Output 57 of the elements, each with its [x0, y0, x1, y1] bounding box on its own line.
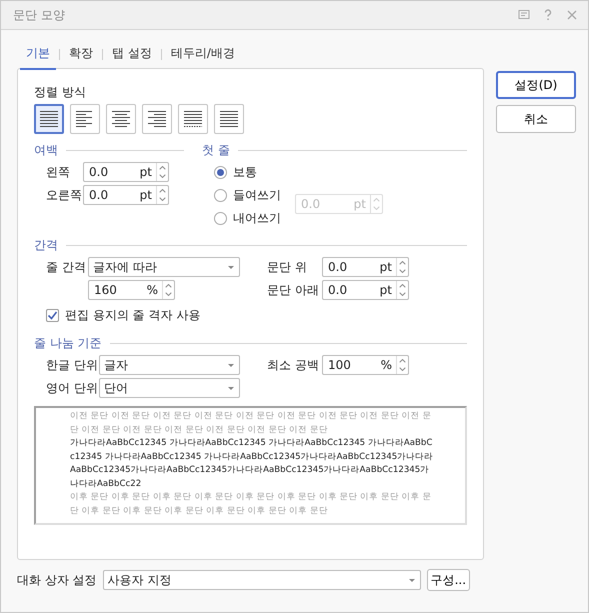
configure-button[interactable]: 구성... [426, 569, 470, 591]
tab[interactable]: 탭 설정 [106, 38, 158, 70]
radio-option[interactable]: 보통 [214, 162, 281, 182]
spin-field[interactable]: 100 % [322, 355, 409, 375]
spin-field[interactable]: 0.0 pt [83, 185, 169, 205]
spinner-arrows-icon [370, 194, 382, 212]
field-label: 줄 간격 [46, 259, 87, 276]
checkmark-icon [47, 310, 58, 320]
field-label: 문단 위 [267, 259, 308, 276]
align-button[interactable] [106, 104, 136, 134]
section-label: 정렬 방식 [34, 84, 87, 101]
checkbox-option[interactable]: 편집 용지의 줄 격자 사용 [34, 306, 467, 324]
preview-text: 가나다라AaBbCc12345 가나다라AaBbCc12345 가나다라AaBbCc12345 가나다라AaBbCc12345 가나다라AaBbCc12345 가나다라AaBbCc12345가나다라AaBbCc12345가나다라AaBbCc12345가나다라AaBbCc12345가나다라AaBbCc12345가나다라AaBbCc12345가나다라AaBbCc22 [70, 437, 434, 490]
align-icon [38, 108, 60, 130]
section-label: 여백 [34, 142, 58, 159]
align-button[interactable] [34, 104, 64, 134]
align-button[interactable] [70, 104, 100, 134]
align-icon [218, 108, 240, 130]
window-title: 문단 모양 [13, 7, 66, 24]
section-label: 줄 나눔 기준 [34, 335, 102, 352]
align-button[interactable] [142, 104, 172, 134]
align-icon [110, 108, 132, 130]
dialog-button[interactable]: 설정(D) [496, 71, 576, 99]
section-label: 간격 [34, 237, 58, 254]
section-label: 첫 줄 [202, 142, 230, 159]
field-label: 영어 단위 [46, 380, 99, 397]
tab[interactable]: 확장 [63, 38, 99, 70]
radio-option[interactable]: 들여쓰기 [214, 185, 281, 205]
dropdown[interactable]: 글자에 따라 [88, 257, 240, 277]
dropdown[interactable]: 글자 [99, 355, 240, 375]
spinner-arrows-icon [162, 281, 174, 299]
preview-text: 이후 문단 이후 문단 이후 문단 이후 문단 이후 문단 이후 문단 이후 문단 이후 문단 이후 문단 이후 문단 이후 문단 이후 문단 이후 문단 이후 문단 이후 문단 [70, 491, 432, 518]
field-label: 한글 단위 [46, 357, 99, 374]
preview-text: 이전 문단 이전 문단 이전 문단 이전 문단 이전 문단 이전 문단 이전 문단 이전 문단 이전 문단 이전 문단 이전 문단 이전 문단 이전 문단 이전 문단 이전 문단 [70, 410, 432, 436]
dropdown[interactable]: 단어 [99, 378, 240, 398]
spin-field[interactable]: 0.0 pt [83, 162, 169, 182]
field-label: 오른쪽 [46, 187, 83, 204]
spinner-arrows-icon [156, 186, 168, 204]
field-label: 왼쪽 [46, 164, 71, 181]
spin-field[interactable]: 0.0 pt [322, 280, 409, 300]
align-icon [146, 108, 168, 130]
align-button[interactable] [214, 104, 244, 134]
align-icon [182, 108, 204, 130]
spinner-arrows-icon [396, 356, 408, 374]
spin-field[interactable]: 0.0 pt [322, 257, 409, 277]
spin-field[interactable]: 160 % [88, 280, 175, 300]
spinner-arrows-icon [396, 258, 408, 276]
dialog-button[interactable]: 취소 [496, 105, 576, 133]
tab[interactable]: 테두리/배경 [164, 38, 241, 70]
align-button[interactable] [178, 104, 208, 134]
spinner-arrows-icon [156, 163, 168, 181]
dropdown[interactable]: 사용자 지정 [102, 570, 421, 590]
spinner-arrows-icon [396, 281, 408, 299]
field-label: 문단 아래 [267, 282, 320, 299]
field-label: 최소 공백 [267, 357, 320, 374]
radio-option[interactable]: 내어쓰기 [214, 208, 281, 228]
field-label: 대화 상자 설정 [17, 572, 97, 589]
